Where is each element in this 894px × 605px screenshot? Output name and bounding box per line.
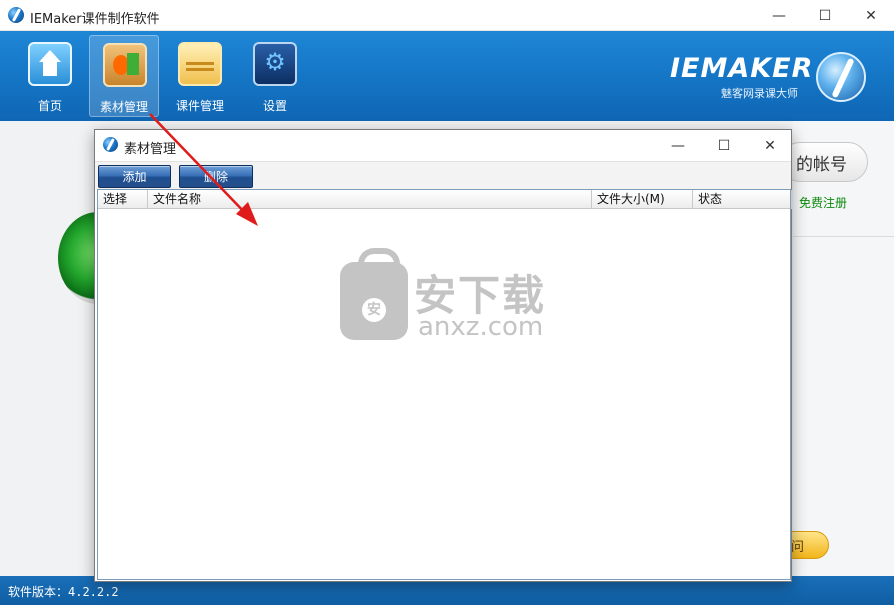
nav-item-settings[interactable]: 设置: [240, 35, 310, 117]
settings-icon: [253, 42, 297, 86]
close-button[interactable]: ✕: [848, 0, 894, 31]
divider: [793, 236, 894, 237]
maximize-button[interactable]: ☐: [802, 0, 848, 31]
dialog-minimize-button[interactable]: —: [655, 130, 701, 161]
watermark-badge: 安: [362, 298, 386, 322]
nav-label-material: 素材管理: [99, 100, 148, 114]
watermark-bag-icon: 安: [340, 248, 408, 340]
brand-name: IEMAKER: [670, 53, 814, 84]
register-link[interactable]: 免费注册: [799, 194, 847, 211]
table-header: 选择 文件名称 文件大小(M) 状态: [98, 190, 792, 209]
nav-label-settings: 设置: [262, 99, 287, 113]
version-label: 软件版本：4.2.2.2: [8, 585, 119, 599]
right-panel: [793, 121, 894, 576]
nav-item-material[interactable]: 素材管理: [89, 35, 159, 117]
window-titlebar: IEMaker课件制作软件 — ☐ ✕: [0, 0, 894, 31]
dialog-titlebar: 素材管理 — ☐ ✕: [95, 130, 791, 161]
brand-logo-icon: [816, 52, 866, 102]
nav-item-courseware[interactable]: 课件管理: [165, 35, 235, 117]
folder-icon: [178, 42, 222, 86]
brand-subtitle: 魅客网录课大师: [721, 87, 798, 100]
nav-label-home: 首页: [37, 99, 62, 113]
dialog-title: 素材管理: [124, 142, 177, 157]
dialog-maximize-button[interactable]: ☐: [701, 130, 747, 161]
account-button[interactable]: 的帐号: [780, 142, 868, 182]
header-bar: 首页 素材管理 课件管理 设置 IEMAKER 魅客网录课大师: [0, 31, 894, 121]
file-table[interactable]: 选择 文件名称 文件大小(M) 状态: [97, 189, 792, 580]
gem-logo-icon: [58, 212, 98, 304]
column-header-status[interactable]: 状态: [693, 190, 792, 209]
column-header-filesize[interactable]: 文件大小(M): [592, 190, 693, 209]
dialog-close-button[interactable]: ✕: [747, 130, 793, 161]
dialog-toolbar: 添加 删除: [95, 161, 791, 189]
nav-item-home[interactable]: 首页: [15, 35, 85, 117]
dialog-app-icon: [103, 137, 118, 152]
app-logo-icon: [8, 7, 24, 23]
material-dialog: 素材管理 — ☐ ✕ 添加 删除 选择 文件名称 文件大小(M) 状态: [94, 129, 792, 582]
watermark-domain: anxz.com: [418, 312, 544, 342]
column-header-select[interactable]: 选择: [98, 190, 148, 209]
delete-button[interactable]: 删除: [179, 165, 253, 188]
add-button[interactable]: 添加: [98, 165, 171, 188]
window-title: IEMaker课件制作软件: [30, 12, 160, 27]
column-header-filename[interactable]: 文件名称: [148, 190, 592, 209]
nav-label-courseware: 课件管理: [175, 99, 224, 113]
material-icon: [103, 43, 147, 87]
home-icon: [28, 42, 72, 86]
minimize-button[interactable]: —: [756, 0, 802, 31]
